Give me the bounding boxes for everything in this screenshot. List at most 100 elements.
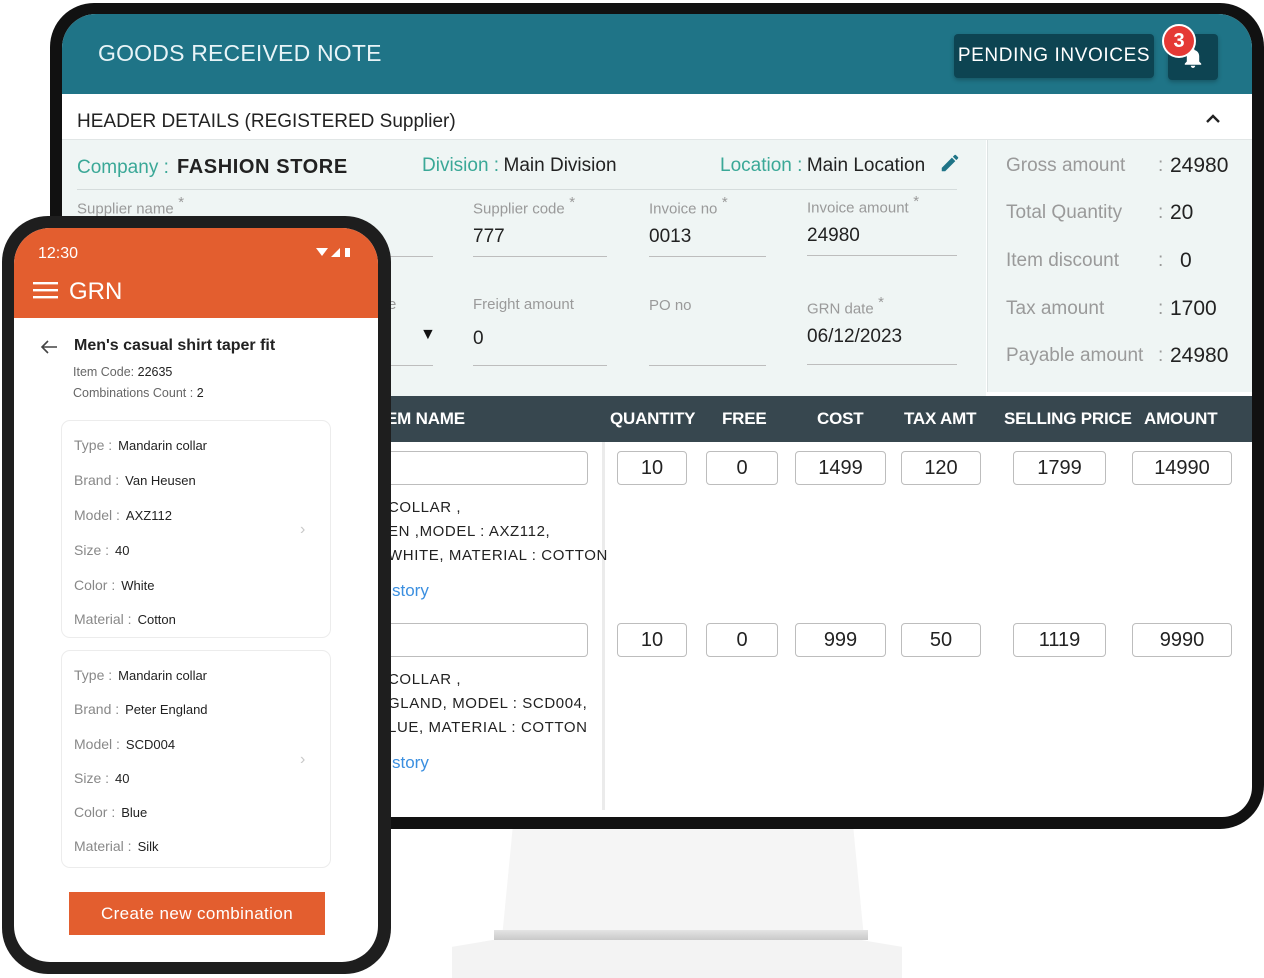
back-arrow-icon[interactable] [40, 339, 58, 355]
product-name: Men's casual shirt taper fit [74, 337, 276, 354]
grn-date-value[interactable]: 06/12/2023 [807, 326, 902, 348]
item-name-input[interactable]: t [362, 451, 588, 485]
summary-colon: : [1158, 202, 1164, 223]
combinations-count-label: Combinations Count : [73, 386, 194, 400]
division-label: Division : [422, 155, 500, 176]
company-row: Company : FASHION STORE Division : Main … [77, 150, 959, 190]
combo-attr-brand: Brand : Peter England [74, 701, 208, 717]
free-input[interactable]: 0 [706, 623, 778, 657]
item-attribute-line: GLAND, MODEL : SCD004, [388, 695, 588, 712]
invoice-no-field[interactable]: Invoice no * 0013 [649, 194, 766, 257]
signal-icon [331, 248, 340, 257]
supplier-code-value[interactable]: 777 [473, 226, 505, 248]
po-no-field[interactable]: PO no [649, 297, 766, 366]
summary-label: Gross amount [1006, 155, 1126, 176]
status-bar-time: 12:30 [38, 245, 79, 262]
chevron-right-icon[interactable]: › [300, 521, 305, 539]
invoice-amount-label: Invoice amount [807, 199, 909, 217]
field-underline [649, 365, 766, 366]
supplier-code-field[interactable]: Supplier code * 777 [473, 194, 607, 257]
summary-value: 1700 [1170, 297, 1217, 320]
grn-date-label: GRN date [807, 300, 874, 318]
summary-colon: : [1158, 155, 1164, 176]
supplier-name-label: Supplier name [77, 200, 174, 218]
chevron-up-icon[interactable] [1202, 108, 1224, 130]
supplier-name-field[interactable]: Supplier name * [77, 194, 433, 257]
combo-attr-material: Material : Cotton [74, 611, 176, 627]
summary-value: 24980 [1170, 154, 1229, 177]
amount-input[interactable]: 14990 [1132, 451, 1232, 485]
column-header-free: FREE [722, 409, 767, 428]
status-icons [316, 248, 350, 257]
freight-amount-label: Freight amount [473, 296, 574, 313]
pending-invoices-button[interactable]: PENDING INVOICES [954, 34, 1154, 78]
history-link[interactable]: story [392, 753, 429, 773]
combo-attr-size: Size :40 [74, 770, 130, 786]
combo-attr-brand: Brand : Van Heusen [74, 472, 196, 488]
required-marker: * [178, 194, 185, 211]
summary-label: Item discount [1006, 250, 1119, 271]
combination-card[interactable]: Type : Mandarin collar Brand : Peter Engla… [61, 650, 331, 868]
monitor-stand-base [452, 940, 902, 978]
column-header-quantity: QUANTITY [610, 409, 696, 428]
free-input[interactable]: 0 [706, 451, 778, 485]
combination-card[interactable]: Type : Mandarin collar Brand : Van Heusen … [61, 420, 331, 638]
combo-attr-type: Type : Mandarin collar [74, 667, 208, 683]
header-details-section[interactable]: HEADER DETAILS (REGISTERED Supplier) [62, 94, 1252, 140]
company-value: FASHION STORE [177, 156, 348, 178]
invoice-amount-field[interactable]: Invoice amount * 24980 [807, 193, 957, 256]
combo-attr-model: Model : SCD004 [74, 736, 176, 752]
pencil-icon[interactable] [939, 152, 961, 174]
item-attribute-line: COLLAR , [388, 671, 462, 688]
location-value: Main Location [806, 155, 926, 176]
combo-attr-size: Size :40 [74, 542, 130, 558]
location-label: Location : [720, 155, 803, 176]
item-attribute-line: WHITE, MATERIAL : COTTON [388, 547, 608, 564]
item-attribute-line: EN ,MODEL : AXZ112, [388, 523, 551, 540]
history-link[interactable]: story [392, 581, 429, 601]
create-new-combination-button[interactable]: Create new combination [69, 892, 325, 935]
hamburger-menu-icon[interactable] [33, 281, 58, 299]
tax-amt-input[interactable]: 120 [901, 451, 981, 485]
item-code-value: 22635 [137, 365, 173, 379]
item-attribute-line: LUE, MATERIAL : COTTON [388, 719, 588, 736]
notification-count-badge: 3 [1162, 24, 1196, 58]
freight-amount-field[interactable]: Freight amount 0 [473, 296, 607, 366]
quantity-input[interactable]: 10 [617, 623, 687, 657]
mobile-app-bar: 12:30 GRN [14, 228, 378, 318]
item-name-input[interactable]: t [362, 623, 588, 657]
invoice-no-value[interactable]: 0013 [649, 226, 691, 248]
company-label: Company : [77, 157, 169, 178]
required-marker: * [721, 194, 728, 211]
cost-input[interactable]: 999 [795, 623, 886, 657]
location-info: Location : Main Location [720, 155, 925, 177]
summary-colon: : [1158, 298, 1164, 319]
field-underline [649, 256, 766, 257]
app-header-bar: GOODS RECEIVED NOTE PENDING INVOICES 3 [62, 14, 1252, 94]
cost-input[interactable]: 1499 [795, 451, 886, 485]
field-underline [473, 256, 607, 257]
field-underline [807, 255, 957, 256]
summary-label: Payable amount [1006, 345, 1144, 366]
quantity-input[interactable]: 10 [617, 451, 687, 485]
selling-price-input[interactable]: 1119 [1013, 623, 1106, 657]
summary-colon: : [1158, 250, 1164, 271]
invoice-amount-value[interactable]: 24980 [807, 225, 860, 247]
combo-attr-color: Color : White [74, 577, 155, 593]
column-divider [602, 442, 605, 810]
combinations-count-value: 2 [196, 386, 204, 400]
amount-input[interactable]: 9990 [1132, 623, 1232, 657]
totals-summary-panel: Gross amount : 24980 Total Quantity : 20… [987, 140, 1252, 392]
combo-attr-type: Type : Mandarin collar [74, 437, 208, 453]
field-underline [473, 365, 607, 366]
division-value: Main Division [503, 155, 617, 176]
chevron-right-icon[interactable]: › [300, 751, 305, 769]
grn-date-field[interactable]: GRN date * 06/12/2023 [807, 294, 957, 365]
freight-amount-value[interactable]: 0 [473, 328, 484, 350]
dropdown-arrow-icon[interactable]: ▼ [420, 326, 436, 344]
combo-attr-material: Material : Silk [74, 838, 159, 854]
required-marker: * [913, 193, 920, 210]
tax-amt-input[interactable]: 50 [901, 623, 981, 657]
summary-label: Total Quantity [1006, 202, 1123, 223]
selling-price-input[interactable]: 1799 [1013, 451, 1106, 485]
